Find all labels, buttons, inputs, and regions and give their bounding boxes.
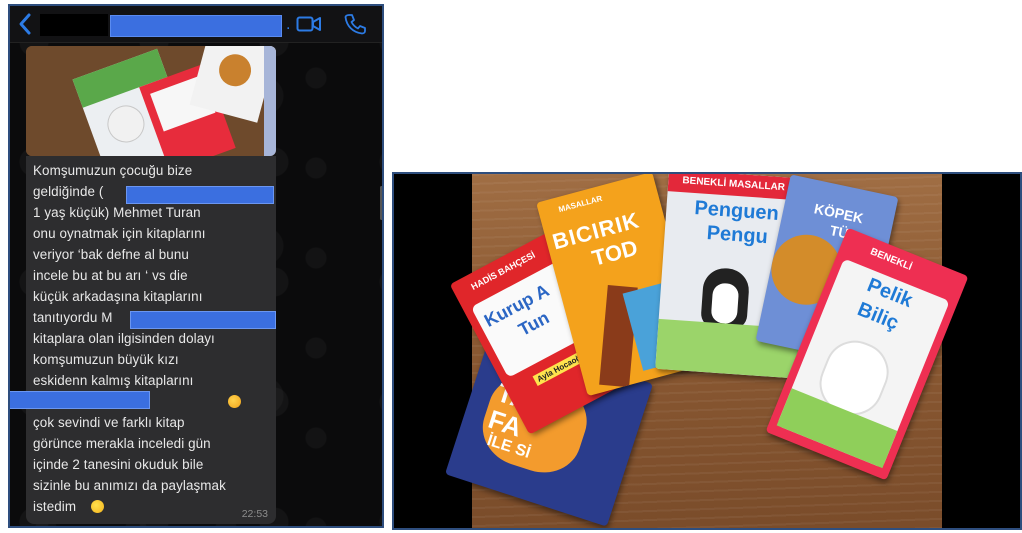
separator-dot: . xyxy=(286,16,291,33)
books-thumbnail-image xyxy=(26,46,276,156)
contact-name-redacted[interactable] xyxy=(110,15,282,37)
chat-scrollbar[interactable] xyxy=(380,186,382,220)
chevron-left-icon[interactable] xyxy=(16,12,34,36)
contact-avatar-redacted[interactable] xyxy=(40,14,108,36)
video-camera-icon[interactable] xyxy=(296,14,322,34)
slightly-smiling-face-emoji xyxy=(91,500,104,513)
phone-icon[interactable] xyxy=(344,13,366,35)
redaction-bar xyxy=(10,391,150,409)
chat-screenshot: . Komşumuzun çocuğu bize geldiğinde (1 … xyxy=(8,4,384,528)
book-title: KÖPEK xyxy=(812,200,865,227)
message-text: Komşumuzun çocuğu bize geldiğinde ( 1 ya… xyxy=(33,163,226,514)
image-message-thumbnail[interactable] xyxy=(26,46,276,156)
smiling-face-hearts-emoji xyxy=(228,395,241,408)
message-bubble[interactable]: Komşumuzun çocuğu bize geldiğinde ( 1 ya… xyxy=(26,156,276,524)
chat-header: . xyxy=(10,6,382,43)
redaction-bar xyxy=(126,186,274,204)
book-series: MASALLAR xyxy=(557,193,604,215)
message-timestamp: 22:53 xyxy=(241,508,268,520)
redaction-bar xyxy=(130,311,276,329)
wooden-table-background: TA FA İLE Sİ HADİS BAHÇESİ Kurup A Tun A… xyxy=(444,174,969,528)
books-photo: TA FA İLE Sİ HADİS BAHÇESİ Kurup A Tun A… xyxy=(392,172,1022,530)
book-title: Pengu xyxy=(706,221,769,249)
